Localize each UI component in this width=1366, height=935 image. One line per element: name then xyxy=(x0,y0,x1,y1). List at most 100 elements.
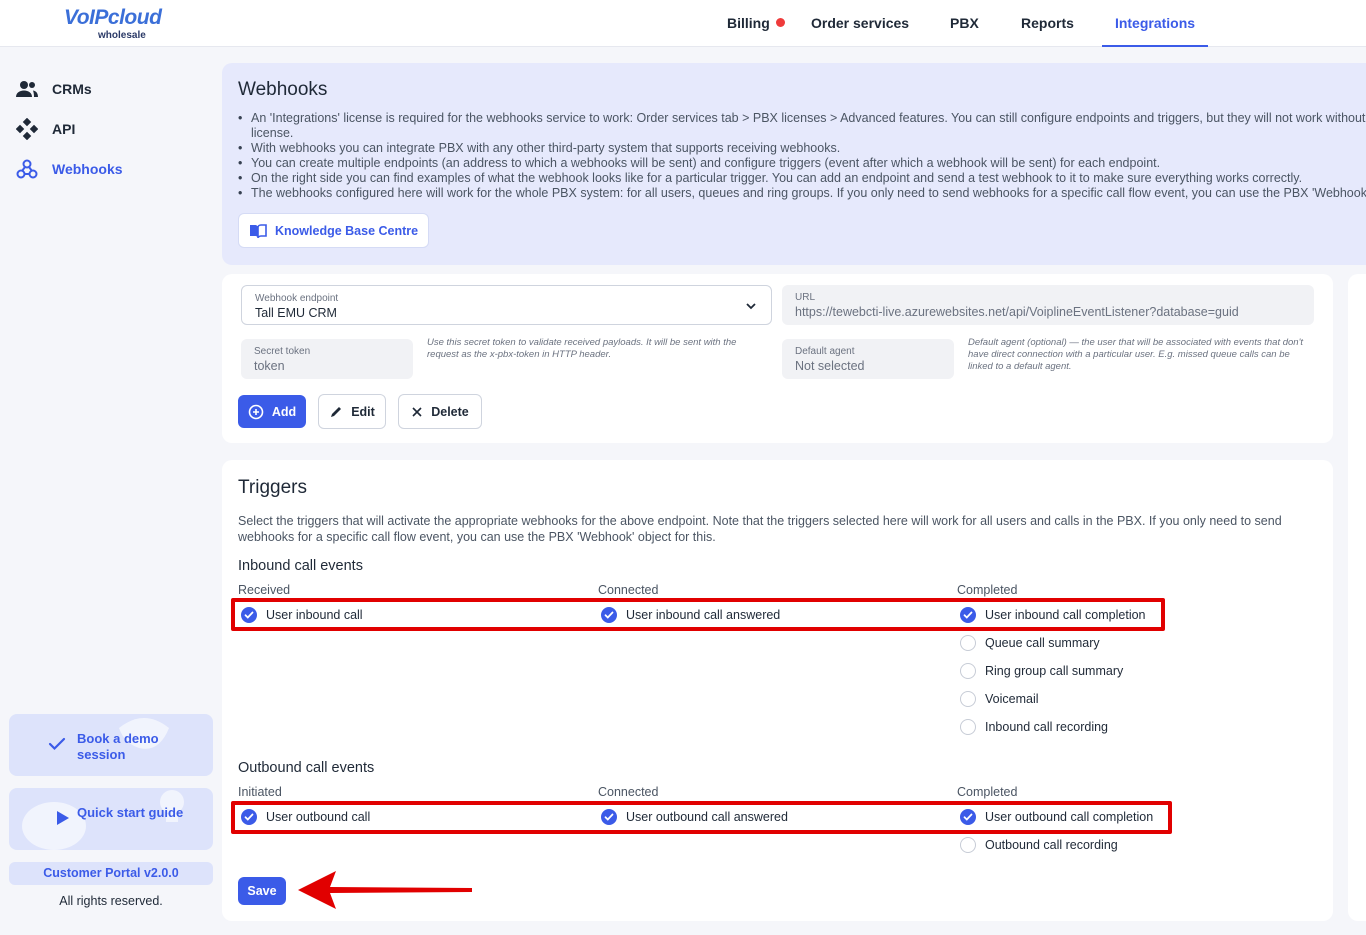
checkbox-label: User inbound call xyxy=(266,608,363,622)
delete-button[interactable]: Delete xyxy=(398,394,482,429)
url-value: https://tewebcti-live.azurewebsites.net/… xyxy=(795,305,1239,319)
quick-start-card[interactable]: Quick start guide xyxy=(9,788,213,850)
checkbox-label: User outbound call answered xyxy=(626,810,788,824)
chevron-down-icon xyxy=(746,303,756,310)
inbound-col-completed: Completed xyxy=(957,583,1018,597)
checkbox-box xyxy=(960,663,976,679)
nav-billing[interactable]: Billing xyxy=(727,0,785,47)
checkbox-inbound-call-recording[interactable]: Inbound call recording xyxy=(960,719,1108,735)
close-icon xyxy=(412,406,422,417)
token-value: token xyxy=(254,359,285,373)
nav-billing-label: Billing xyxy=(727,15,770,31)
agent-label: Default agent xyxy=(795,346,855,357)
checkbox-user-inbound-call-answered[interactable]: User inbound call answered xyxy=(601,607,780,623)
checkbox-label: Queue call summary xyxy=(985,636,1100,650)
checkbox-box xyxy=(241,607,257,623)
checkbox-label: User outbound call xyxy=(266,810,371,824)
checkbox-label: User inbound call answered xyxy=(626,608,781,622)
secret-token-field[interactable]: Secret token token xyxy=(241,339,413,379)
checkbox-user-inbound-call-completion[interactable]: User inbound call completion xyxy=(960,607,1146,623)
token-label: Secret token xyxy=(254,346,311,357)
knowledge-base-button[interactable]: Knowledge Base Centre xyxy=(238,213,430,248)
sidebar-item-webhooks[interactable]: Webhooks xyxy=(16,157,123,181)
endpoint-value: Tall EMU CRM xyxy=(255,306,337,320)
sidebar-item-label: Webhooks xyxy=(52,161,123,177)
sidebar-item-label: CRMs xyxy=(52,81,92,97)
url-field[interactable]: URL https://tewebcti-live.azurewebsites.… xyxy=(782,285,1314,325)
agent-value: Not selected xyxy=(795,359,865,373)
logo[interactable]: VoIPcloud wholesale xyxy=(64,6,162,42)
outbound-col-initiated: Initiated xyxy=(238,785,282,799)
checkbox-ring-group-call-summary[interactable]: Ring group call summary xyxy=(960,663,1123,679)
plus-circle-icon xyxy=(248,404,264,419)
inbound-title: Inbound call events xyxy=(238,558,363,574)
api-icon xyxy=(16,118,38,140)
pencil-icon xyxy=(331,406,342,417)
edit-label: Edit xyxy=(351,404,375,419)
info-bullet: You can create multiple endpoints (an ad… xyxy=(238,156,1366,171)
check-icon xyxy=(48,737,66,751)
checkbox-box xyxy=(960,607,976,623)
info-bullet: An 'Integrations' license is required fo… xyxy=(238,111,1366,141)
triggers-title: Triggers xyxy=(238,477,307,498)
token-hint: Use this secret token to validate receiv… xyxy=(427,337,737,360)
nav-order-services[interactable]: Order services xyxy=(811,0,909,47)
sidebar-item-crms[interactable]: CRMs xyxy=(16,77,92,101)
info-bullet: The webhooks configured here will work f… xyxy=(238,186,1366,201)
checkbox-label: Voicemail xyxy=(985,692,1039,706)
right-examples-panel xyxy=(1348,274,1366,921)
nav-integrations[interactable]: Integrations xyxy=(1102,0,1208,47)
sidebar-item-api[interactable]: API xyxy=(16,117,75,141)
triggers-card: Triggers Select the triggers that will a… xyxy=(222,460,1333,921)
edit-button[interactable]: Edit xyxy=(318,394,386,429)
book-icon xyxy=(250,223,267,238)
book-demo-card[interactable]: Book a demo session xyxy=(9,714,213,776)
webhooks-info-card: Webhooks An 'Integrations' license is re… xyxy=(222,63,1366,265)
checkbox-outbound-call-recording[interactable]: Outbound call recording xyxy=(960,837,1118,853)
checkbox-box xyxy=(960,837,976,853)
save-button[interactable]: Save xyxy=(238,877,286,905)
url-label: URL xyxy=(795,292,816,303)
rights-text: All rights reserved. xyxy=(59,894,163,908)
triggers-description: Select the triggers that will activate t… xyxy=(238,514,1282,544)
checkbox-box xyxy=(960,691,976,707)
quick-start-label: Quick start guide xyxy=(77,805,184,820)
logo-sub: wholesale xyxy=(98,30,146,41)
agent-hint: Default agent (optional) — the user that… xyxy=(968,337,1304,372)
nav-reports[interactable]: Reports xyxy=(1021,0,1074,47)
knowledge-base-label: Knowledge Base Centre xyxy=(275,223,419,238)
users-icon xyxy=(16,78,38,100)
checkbox-user-inbound-call[interactable]: User inbound call xyxy=(241,607,363,623)
outbound-title: Outbound call events xyxy=(238,760,375,776)
add-button[interactable]: Add xyxy=(238,395,306,428)
add-label: Add xyxy=(271,404,297,419)
checkbox-box xyxy=(241,809,257,825)
checkbox-box xyxy=(601,809,617,825)
sidebar-item-label: API xyxy=(52,121,76,137)
endpoint-label: Webhook endpoint xyxy=(255,293,339,304)
checkbox-voicemail[interactable]: Voicemail xyxy=(960,691,1039,707)
checkbox-user-outbound-call-completion[interactable]: User outbound call completion xyxy=(960,809,1153,825)
checkbox-label: Outbound call recording xyxy=(985,838,1118,852)
checkbox-box xyxy=(960,809,976,825)
webhook-endpoint-select[interactable]: Webhook endpoint Tall EMU CRM xyxy=(241,285,772,325)
book-demo-label: Book a demo session xyxy=(77,731,159,762)
checkbox-user-outbound-call-answered[interactable]: User outbound call answered xyxy=(601,809,788,825)
checkbox-box xyxy=(960,719,976,735)
delete-label: Delete xyxy=(431,404,469,419)
checkbox-label: Inbound call recording xyxy=(985,720,1108,734)
portal-version: Customer Portal v2.0.0 xyxy=(9,862,213,885)
checkbox-user-outbound-call[interactable]: User outbound call xyxy=(241,809,370,825)
inbound-col-received: Received xyxy=(238,583,291,597)
info-list: An 'Integrations' license is required fo… xyxy=(238,111,1366,201)
checkbox-queue-call-summary[interactable]: Queue call summary xyxy=(960,635,1100,651)
info-bullet: On the right side you can find examples … xyxy=(238,171,1366,186)
webhook-icon xyxy=(16,158,38,180)
checkbox-label: User outbound call completion xyxy=(985,810,1154,824)
play-icon xyxy=(57,811,69,825)
nav-pbx[interactable]: PBX xyxy=(950,0,979,47)
billing-alert-dot xyxy=(775,18,785,27)
default-agent-field[interactable]: Default agent Not selected xyxy=(782,339,954,379)
outbound-col-connected: Connected xyxy=(598,785,659,799)
top-bar: VoIPcloud wholesale Billing Order servic… xyxy=(0,0,1366,47)
